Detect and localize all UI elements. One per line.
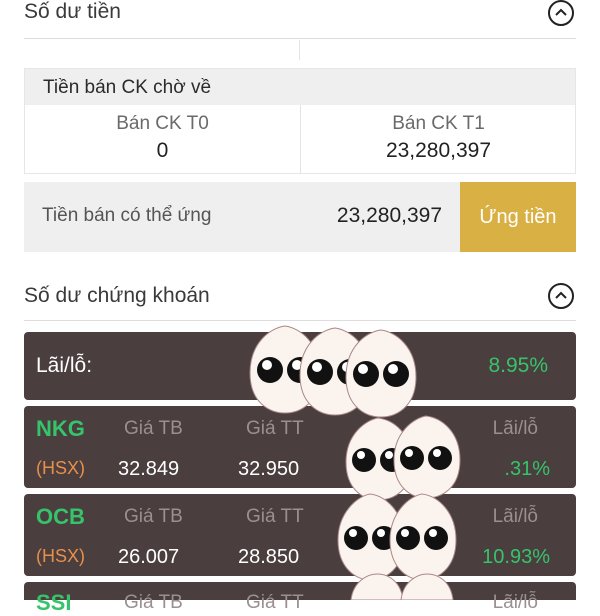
market-price-value: 32.950: [238, 458, 300, 480]
sale-t0-value: 0: [156, 139, 169, 162]
avg-price-label: Giá TB: [124, 506, 183, 527]
avg-price-label: Giá TB: [124, 592, 183, 613]
sticker-icon: [249, 325, 417, 418]
avg-price-value: 32.849: [118, 458, 180, 480]
pending-sale-title: Tiền bán CK chờ về: [43, 77, 212, 98]
securities-section-title: Số dư chứng khoán: [24, 284, 210, 307]
sale-t1-value: 23,280,397: [385, 139, 492, 162]
stock-card[interactable]: SSI Giá TB Giá TT Lãi/lỗ: [24, 582, 576, 615]
market-price-label: Giá TT: [246, 592, 304, 613]
chevron-up-icon[interactable]: [548, 283, 574, 309]
cash-section-header[interactable]: Số dư tiền: [0, 0, 600, 36]
advance-button[interactable]: Ứng tiền: [460, 182, 576, 252]
pending-sale-box: Tiền bán CK chờ về Bán CK T0 0 Bán CK T1…: [24, 68, 576, 174]
stock-symbol: NKG: [36, 416, 85, 441]
total-pnl-label: Lãi/lỗ:: [36, 354, 93, 377]
pnl-value: .31%: [504, 458, 550, 480]
pnl-label: Lãi/lỗ: [492, 506, 538, 527]
sticker-icon: [350, 573, 454, 600]
stock-exchange: (HSX): [36, 458, 85, 478]
divider: [24, 38, 576, 39]
market-price-value: 28.850: [238, 546, 300, 568]
total-pnl-value: 8.95%: [488, 354, 548, 377]
pnl-value: 10.93%: [482, 546, 550, 568]
pending-sale-header: Tiền bán CK chờ về: [25, 69, 575, 105]
pnl-label: Lãi/lỗ: [492, 592, 538, 613]
pnl-label: Lãi/lỗ: [492, 418, 538, 439]
cut-off-balance-row: [24, 40, 576, 60]
stock-card[interactable]: OCB (HSX) Giá TB Giá TT Lãi/lỗ 26.007 28…: [24, 494, 576, 576]
advance-label: Tiền bán có thể ứng: [42, 205, 212, 226]
stock-exchange: (HSX): [36, 546, 85, 566]
stock-symbol: SSI: [36, 590, 72, 615]
sale-t0-cell: Bán CK T0 0: [25, 105, 301, 173]
sale-t0-label: Bán CK T0: [116, 113, 209, 134]
market-price-label: Giá TT: [246, 506, 304, 527]
advance-value: 23,280,397: [336, 204, 442, 227]
market-price-label: Giá TT: [246, 418, 304, 439]
sale-t1-label: Bán CK T1: [392, 113, 485, 134]
avg-price-value: 26.007: [118, 546, 180, 568]
cash-section-title: Số dư tiền: [24, 0, 121, 23]
advance-row: Tiền bán có thể ứng 23,280,397 Ứng tiền: [24, 182, 576, 252]
avg-price-label: Giá TB: [124, 418, 183, 439]
stock-card[interactable]: NKG (HSX) Giá TB Giá TT Lãi/lỗ 32.849 32…: [24, 406, 576, 488]
cut-off-cell: [24, 40, 300, 60]
stock-symbol: OCB: [36, 504, 85, 529]
securities-section-header[interactable]: Số dư chứng khoán: [0, 272, 600, 318]
sale-t1-cell: Bán CK T1 23,280,397: [301, 105, 576, 173]
chevron-up-icon[interactable]: [548, 0, 574, 26]
